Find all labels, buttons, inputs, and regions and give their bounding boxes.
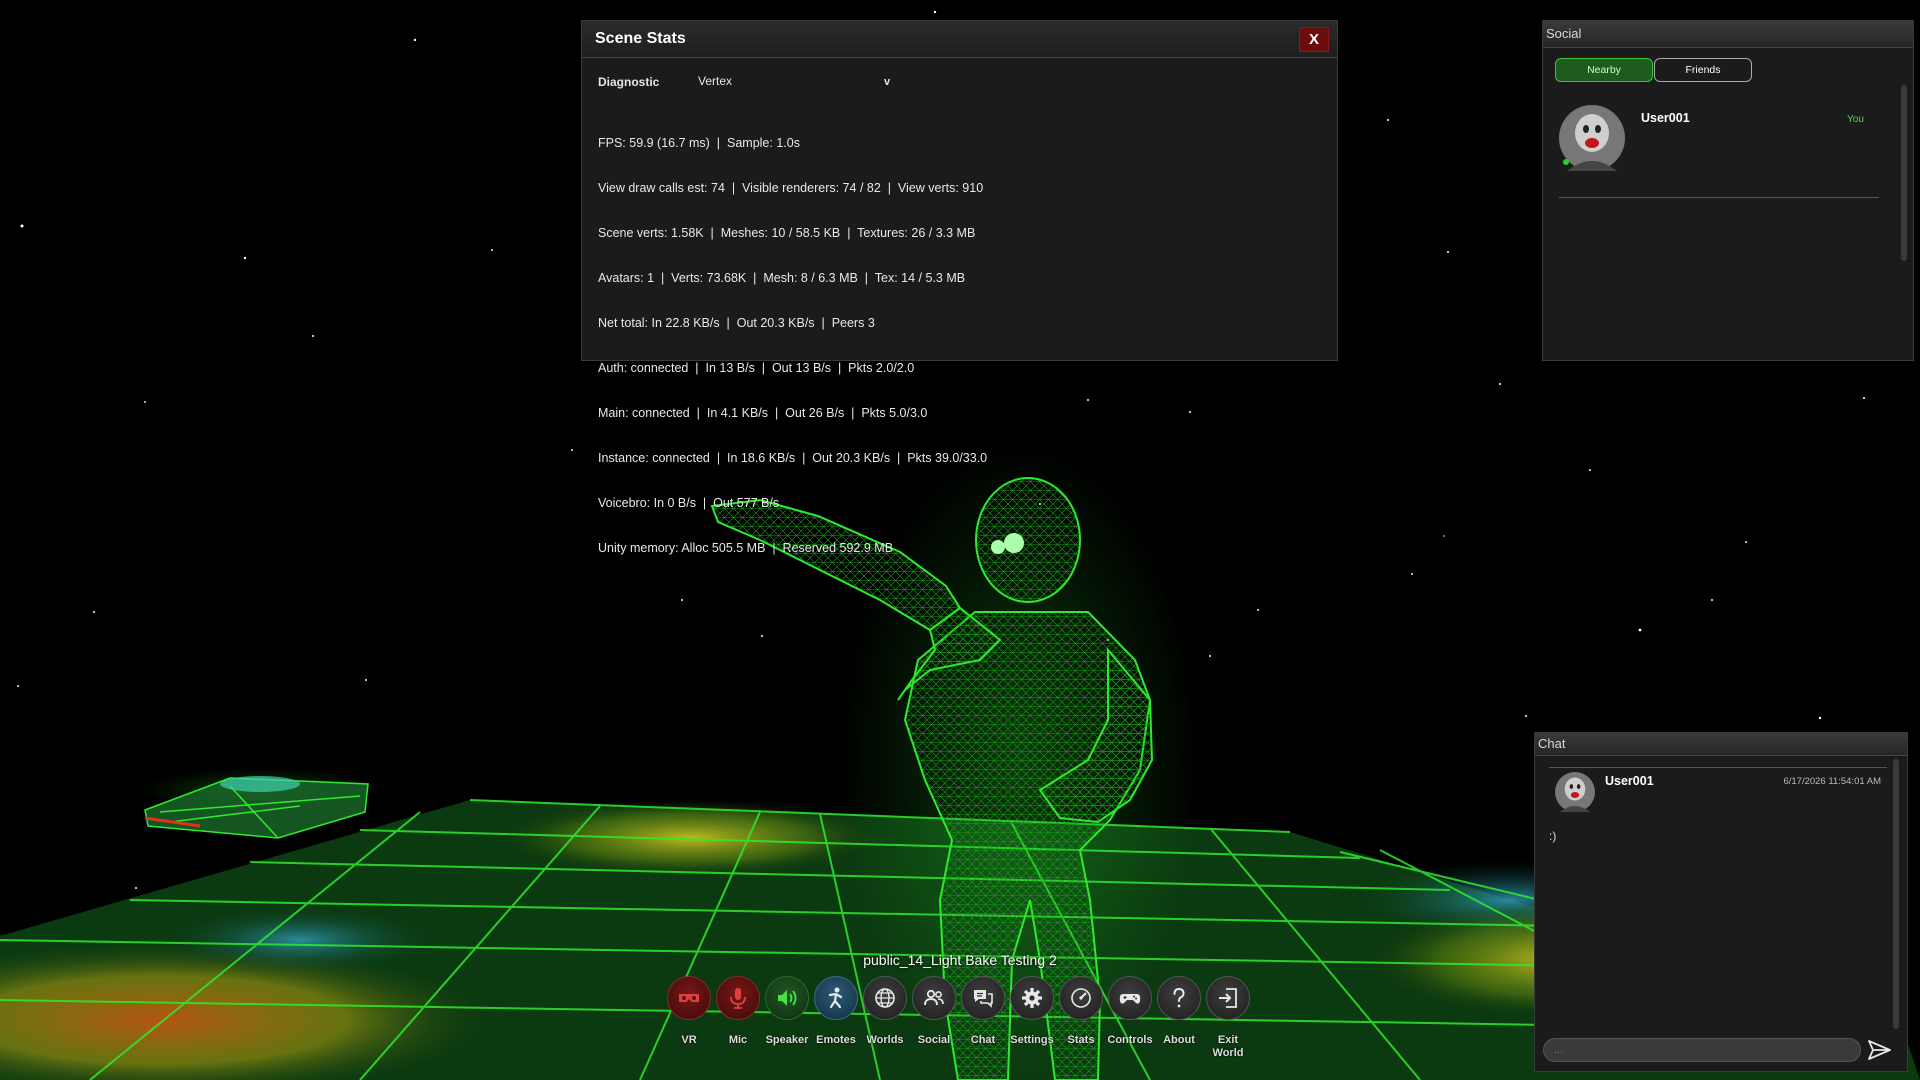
- gear-icon: [1022, 988, 1042, 1008]
- chevron-down-icon: v: [884, 76, 891, 88]
- microphone-icon: [730, 988, 746, 1009]
- social-header[interactable]: Social: [1543, 21, 1913, 48]
- stats-text-block: FPS: 59.9 (16.7 ms) | Sample: 1.0s View …: [598, 106, 987, 586]
- close-button[interactable]: X: [1299, 27, 1329, 52]
- tab-friends[interactable]: Friends: [1654, 58, 1752, 82]
- gamepad-icon: [1119, 994, 1141, 1004]
- about-label: About: [1163, 1034, 1195, 1046]
- speaker-icon: [778, 990, 797, 1006]
- social-title: Social: [1546, 26, 1582, 41]
- stats-line: Voicebro: In 0 B/s | Out 577 B/s: [598, 496, 780, 510]
- exit-world-label: Exit World: [1212, 1034, 1244, 1059]
- stats-line: View draw calls est: 74 | Visible render…: [598, 181, 984, 195]
- chat-scrollbar[interactable]: [1893, 759, 1899, 1029]
- chat-title: Chat: [1538, 736, 1566, 751]
- stats-line: Main: connected | In 4.1 KB/s | Out 26 B…: [598, 406, 928, 420]
- about-button[interactable]: About: [1154, 976, 1204, 1056]
- diagnostic-row: Diagnostic Vertex v: [598, 71, 1318, 93]
- stats-line: FPS: 59.9 (16.7 ms) | Sample: 1.0s: [598, 136, 800, 150]
- social-panel[interactable]: Social Nearby Friends User001 You: [1542, 20, 1914, 361]
- vr-headset-icon: [679, 994, 699, 1002]
- social-scrollbar[interactable]: [1901, 85, 1907, 261]
- diagnostic-label: Diagnostic: [598, 75, 660, 89]
- question-icon: [1173, 987, 1185, 1008]
- people-icon: [924, 989, 944, 1006]
- online-status-dot: [1563, 159, 1569, 165]
- emote-icon: [828, 987, 843, 1009]
- exit-icon: [1219, 988, 1237, 1008]
- gauge-icon: [1071, 988, 1091, 1008]
- send-icon[interactable]: [1865, 1037, 1893, 1063]
- stats-line: Scene verts: 1.58K | Meshes: 10 / 58.5 K…: [598, 226, 976, 240]
- stats-line: Auth: connected | In 13 B/s | Out 13 B/s…: [598, 361, 915, 375]
- exit-world-button[interactable]: Exit World: [1203, 976, 1253, 1059]
- chat-message-text: :): [1549, 829, 1557, 843]
- diagnostic-dropdown[interactable]: Vertex v: [698, 71, 898, 93]
- social-username: User001: [1641, 111, 1690, 125]
- scene-stats-title: Scene Stats: [595, 30, 686, 47]
- chat-input[interactable]: [1543, 1038, 1861, 1062]
- tab-nearby[interactable]: Nearby: [1555, 58, 1653, 82]
- chat-message-header: User001 6/17/2026 11:54:01 AM: [1549, 767, 1887, 816]
- chat-header[interactable]: Chat: [1535, 733, 1907, 756]
- chat-bubbles-icon: [974, 990, 993, 1008]
- globe-icon: [875, 988, 895, 1008]
- stats-line: Net total: In 22.8 KB/s | Out 20.3 KB/s …: [598, 316, 875, 330]
- social-user-row[interactable]: User001 You: [1559, 105, 1879, 198]
- chat-panel[interactable]: Chat User001 6/17/2026 11:54:01 AM :): [1534, 732, 1908, 1072]
- floating-platform: [140, 768, 380, 839]
- world-name-label: public_14_Light Bake Testing 2: [863, 952, 1057, 968]
- diagnostic-dropdown-value: Vertex: [698, 74, 733, 88]
- stats-line: Avatars: 1 | Verts: 73.68K | Mesh: 8 / 6…: [598, 271, 966, 285]
- stats-line: Unity memory: Alloc 505.5 MB | Reserved …: [598, 541, 894, 555]
- scene-stats-header[interactable]: Scene Stats X: [582, 21, 1337, 58]
- bottom-toolbar: VR Mic Speaker Emotes Worlds Social Chat…: [664, 976, 1250, 1059]
- avatar: [1555, 772, 1595, 812]
- stats-line: Instance: connected | In 18.6 KB/s | Out…: [598, 451, 988, 465]
- chat-username: User001: [1605, 774, 1654, 788]
- you-badge: You: [1847, 114, 1864, 125]
- chat-timestamp: 6/17/2026 11:54:01 AM: [1783, 776, 1881, 787]
- scene-stats-panel[interactable]: Scene Stats X Diagnostic Vertex v FPS: 5…: [581, 20, 1338, 555]
